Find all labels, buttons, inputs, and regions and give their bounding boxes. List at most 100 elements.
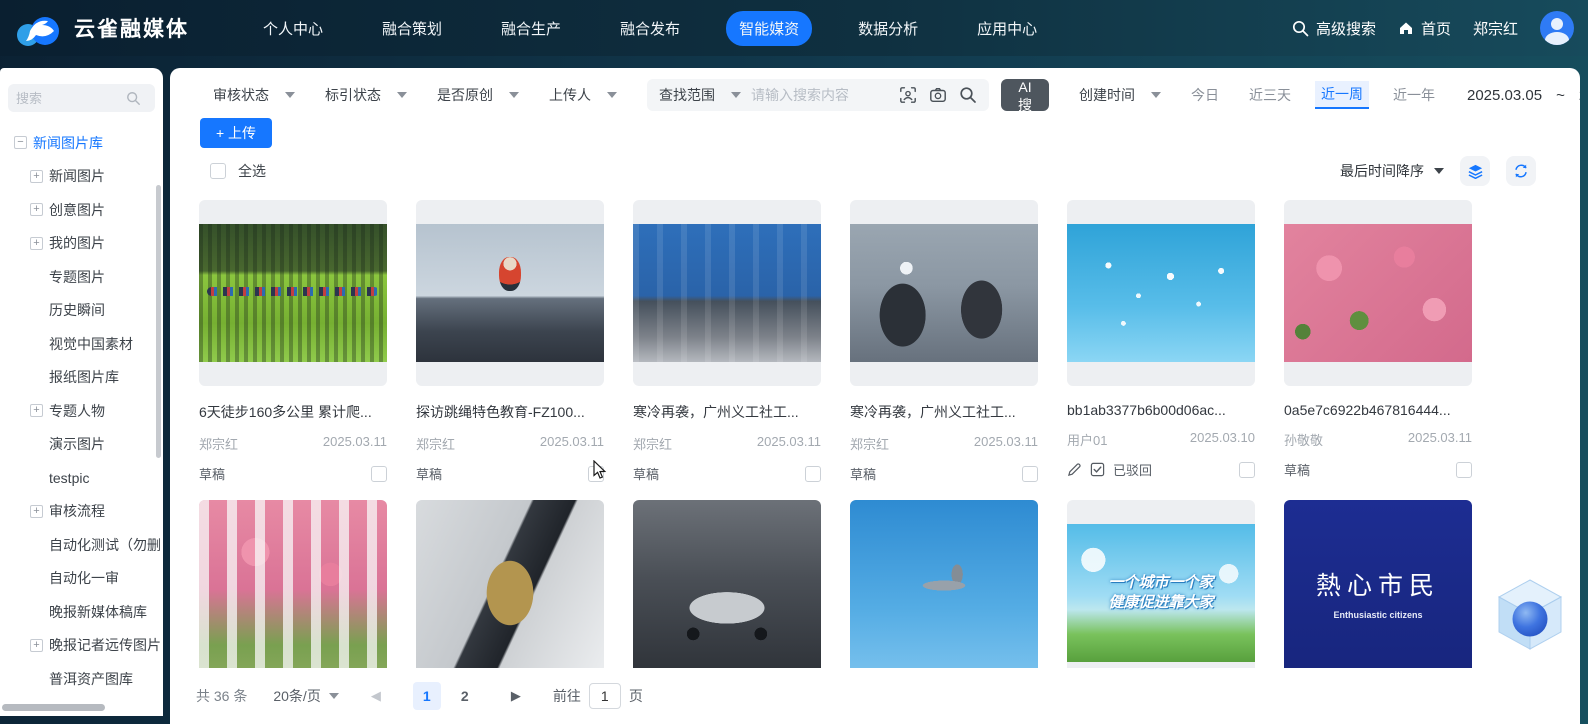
card-title[interactable]: 0a5e7c6922b467816444... — [1284, 402, 1472, 418]
sidebar-search-input[interactable] — [16, 91, 126, 106]
card-checkbox[interactable] — [1456, 462, 1472, 478]
sidebar-horizontal-scrollbar[interactable] — [2, 704, 105, 711]
quick-range-4[interactable]: 近一年 — [1387, 82, 1441, 108]
tree-item[interactable]: 自动化一审 — [0, 562, 163, 596]
card-title[interactable]: 探访跳绳特色教育-FZ100... — [416, 402, 604, 422]
image-thumbnail[interactable] — [199, 500, 387, 686]
page-size-select[interactable]: 20条/页 — [273, 686, 338, 706]
page-number-2[interactable]: 2 — [451, 682, 479, 710]
image-thumbnail[interactable] — [1067, 200, 1255, 386]
tree-item[interactable]: +创意图片 — [0, 193, 163, 227]
sidebar-vertical-scrollbar[interactable] — [156, 185, 161, 458]
refresh-button[interactable] — [1506, 156, 1536, 186]
tree-item[interactable]: testpic — [0, 461, 163, 495]
card-checkbox[interactable] — [371, 466, 387, 482]
card-title[interactable]: 寒冷再袭，广州义工社工... — [850, 402, 1038, 422]
nav-item-3[interactable]: 融合生产 — [488, 11, 574, 46]
tree-item[interactable]: 历史瞬间 — [0, 294, 163, 328]
tree-item[interactable]: 报纸图片库 — [0, 361, 163, 395]
expand-icon[interactable]: + — [30, 170, 43, 183]
select-all-checkbox[interactable] — [210, 163, 226, 179]
tree-item[interactable]: +新闻图片 — [0, 160, 163, 194]
prev-page-button[interactable]: ◀ — [365, 688, 387, 704]
nav-item-2[interactable]: 融合策划 — [369, 11, 455, 46]
checked-box-icon[interactable] — [1090, 462, 1105, 477]
date-from[interactable]: 2025.03.05 — [1467, 87, 1542, 104]
expand-icon[interactable]: + — [30, 203, 43, 216]
image-thumbnail[interactable] — [416, 500, 604, 686]
image-thumbnail[interactable]: 一个城市一个家健康促进靠大家 — [1067, 500, 1255, 686]
edit-pencil-icon[interactable] — [1067, 462, 1082, 477]
quick-range-2[interactable]: 近三天 — [1243, 82, 1297, 108]
tree-item[interactable]: +审核流程 — [0, 495, 163, 529]
chevron-down-icon — [509, 92, 519, 98]
sidebar-search-icon[interactable] — [126, 91, 141, 106]
quick-range-1[interactable]: 今日 — [1185, 82, 1225, 108]
home-button[interactable]: 首页 — [1398, 18, 1451, 39]
keyword-search-input[interactable] — [751, 87, 889, 103]
expand-icon[interactable]: + — [30, 237, 43, 250]
tree-item[interactable]: +我的图片 — [0, 227, 163, 261]
ai-assistant-cube-widget[interactable] — [1493, 566, 1567, 662]
nav-item-6[interactable]: 数据分析 — [845, 11, 931, 46]
layout-layers-button[interactable] — [1460, 156, 1490, 186]
image-thumbnail[interactable] — [416, 200, 604, 386]
sidebar-search-box[interactable] — [8, 84, 155, 112]
next-page-button[interactable]: ▶ — [505, 688, 527, 704]
nav-item-5[interactable]: 智能媒资 — [726, 11, 812, 46]
nav-item-1[interactable]: 个人中心 — [250, 11, 336, 46]
tree-item[interactable]: 普洱资产图库 — [0, 662, 163, 696]
upload-button[interactable]: + 上传 — [200, 118, 272, 148]
image-thumbnail[interactable]: 熱心市民Enthusiastic citizens — [1284, 500, 1472, 686]
image-thumbnail[interactable] — [199, 200, 387, 386]
image-thumbnail[interactable] — [633, 200, 821, 386]
search-scope-select[interactable]: 查找范围 — [659, 85, 741, 105]
tree-item[interactable]: +晚报记者远传图片 — [0, 629, 163, 663]
tree-item[interactable]: 视觉中国素材 — [0, 327, 163, 361]
brand[interactable]: 云雀融媒体 — [14, 9, 189, 47]
card-title[interactable]: 6天徒步160多公里 累计爬... — [199, 402, 387, 422]
tree-item[interactable]: 专题图片 — [0, 260, 163, 294]
filter-original[interactable]: 是否原创 — [437, 85, 519, 105]
card-title[interactable]: bb1ab3377b6b00d06ac... — [1067, 402, 1255, 418]
layers-icon — [1467, 163, 1484, 180]
username[interactable]: 郑宗红 — [1473, 18, 1518, 39]
face-search-icon[interactable] — [899, 86, 917, 104]
collapse-icon[interactable]: − — [14, 136, 27, 149]
keyword-search-icon[interactable] — [959, 86, 977, 104]
page-number-1[interactable]: 1 — [413, 682, 441, 710]
card-checkbox[interactable] — [1022, 466, 1038, 482]
date-to[interactable]: 2025.03.11 — [1579, 87, 1580, 104]
image-search-camera-icon[interactable] — [929, 86, 947, 104]
tree-item[interactable]: 自动化测试（勿删 — [0, 528, 163, 562]
nav-item-4[interactable]: 融合发布 — [607, 11, 693, 46]
quick-range-3[interactable]: 近一周 — [1315, 81, 1369, 109]
image-thumbnail[interactable] — [633, 500, 821, 686]
expand-icon[interactable]: + — [30, 404, 43, 417]
goto-page-input[interactable] — [589, 683, 621, 709]
search-icon — [1292, 20, 1309, 37]
filter-audit-status[interactable]: 审核状态 — [213, 85, 295, 105]
create-time-select[interactable]: 创建时间 — [1079, 85, 1161, 105]
image-card: 寒冷再袭，广州义工社工...郑宗红2025.03.11草稿 — [850, 200, 1038, 486]
filter-uploader[interactable]: 上传人 — [549, 85, 617, 105]
expand-icon[interactable]: + — [30, 505, 43, 518]
expand-icon[interactable]: + — [30, 639, 43, 652]
sort-select[interactable]: 最后时间降序 — [1340, 161, 1444, 181]
image-thumbnail[interactable] — [850, 200, 1038, 386]
card-title[interactable]: 寒冷再袭，广州义工社工... — [633, 402, 821, 422]
card-checkbox[interactable] — [588, 466, 604, 482]
nav-item-7[interactable]: 应用中心 — [964, 11, 1050, 46]
tree-item[interactable]: 晚报新媒体稿库 — [0, 595, 163, 629]
tree-item[interactable]: +专题人物 — [0, 394, 163, 428]
tree-item[interactable]: 演示图片 — [0, 428, 163, 462]
tree-item[interactable]: −新闻图片库 — [0, 126, 163, 160]
card-checkbox[interactable] — [805, 466, 821, 482]
filter-index-status[interactable]: 标引状态 — [325, 85, 407, 105]
ai-search-button[interactable]: AI搜索 — [1001, 79, 1049, 111]
user-avatar[interactable] — [1540, 11, 1574, 45]
card-checkbox[interactable] — [1239, 462, 1255, 478]
image-thumbnail[interactable] — [1284, 200, 1472, 386]
advanced-search-button[interactable]: 高级搜索 — [1292, 18, 1376, 39]
image-thumbnail[interactable] — [850, 500, 1038, 686]
